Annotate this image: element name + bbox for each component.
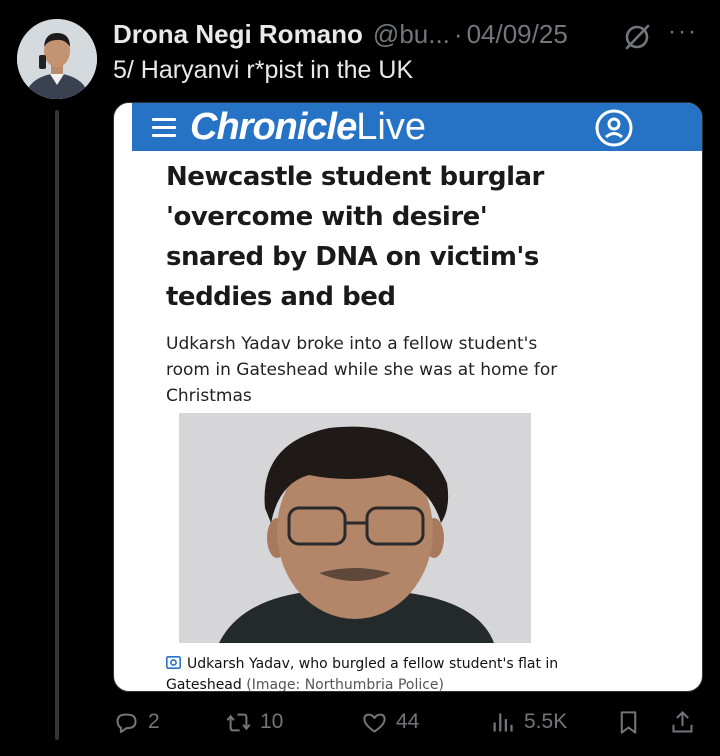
retweet-count: 10 bbox=[260, 710, 284, 733]
reply-button[interactable]: 2 bbox=[113, 704, 160, 740]
reply-icon bbox=[116, 713, 137, 733]
tweet-date[interactable]: 04/09/25 bbox=[467, 19, 568, 50]
thread-line bbox=[55, 110, 59, 740]
avatar[interactable] bbox=[17, 19, 97, 99]
like-icon bbox=[363, 713, 386, 733]
author-handle[interactable]: @bu... bbox=[373, 19, 450, 50]
author-name[interactable]: Drona Negi Romano bbox=[113, 19, 363, 50]
views-icon bbox=[493, 713, 513, 731]
more-options-icon[interactable]: ··· bbox=[668, 20, 698, 44]
photo-credit: (Image: Northumbria Police) bbox=[246, 677, 444, 692]
account-icon bbox=[594, 108, 634, 148]
grok-icon[interactable] bbox=[622, 22, 652, 52]
retweet-icon bbox=[226, 713, 251, 731]
tweet-text: 5/ Haryanvi r*pist in the UK bbox=[113, 56, 414, 84]
site-logo-light: Live bbox=[356, 106, 426, 148]
share-icon bbox=[672, 710, 693, 733]
menu-icon bbox=[152, 118, 176, 137]
reply-count: 2 bbox=[148, 710, 160, 733]
site-header-bar: ChronicleLive bbox=[132, 103, 702, 151]
share-button[interactable] bbox=[669, 704, 696, 740]
bookmark-icon bbox=[620, 710, 637, 734]
views-count: 5.5K bbox=[524, 710, 568, 733]
separator-dot: · bbox=[453, 18, 463, 49]
tweet-header: Drona Negi Romano @bu... · 04/09/25 bbox=[113, 16, 568, 52]
tweet-actions: 2 10 44 5.5K bbox=[113, 704, 703, 740]
like-count: 44 bbox=[396, 710, 420, 733]
tweet-media-image[interactable]: ChronicleLive Newcastle student burglar … bbox=[113, 102, 703, 692]
views-button[interactable]: 5.5K bbox=[489, 704, 567, 740]
bookmark-button[interactable] bbox=[615, 704, 642, 740]
retweet-button[interactable]: 10 bbox=[225, 704, 283, 740]
camera-icon bbox=[166, 656, 181, 669]
article-standfirst: Udkarsh Yadav broke into a fellow studen… bbox=[166, 334, 558, 406]
photo-caption: Udkarsh Yadav, who burgled a fellow stud… bbox=[166, 654, 586, 692]
like-button[interactable]: 44 bbox=[361, 704, 419, 740]
site-logo-bold: Chronicle bbox=[190, 106, 357, 148]
site-logo: ChronicleLive bbox=[190, 105, 426, 149]
article-headline: Newcastle student burglar 'overcome with… bbox=[166, 162, 544, 312]
article-photo bbox=[179, 413, 531, 643]
